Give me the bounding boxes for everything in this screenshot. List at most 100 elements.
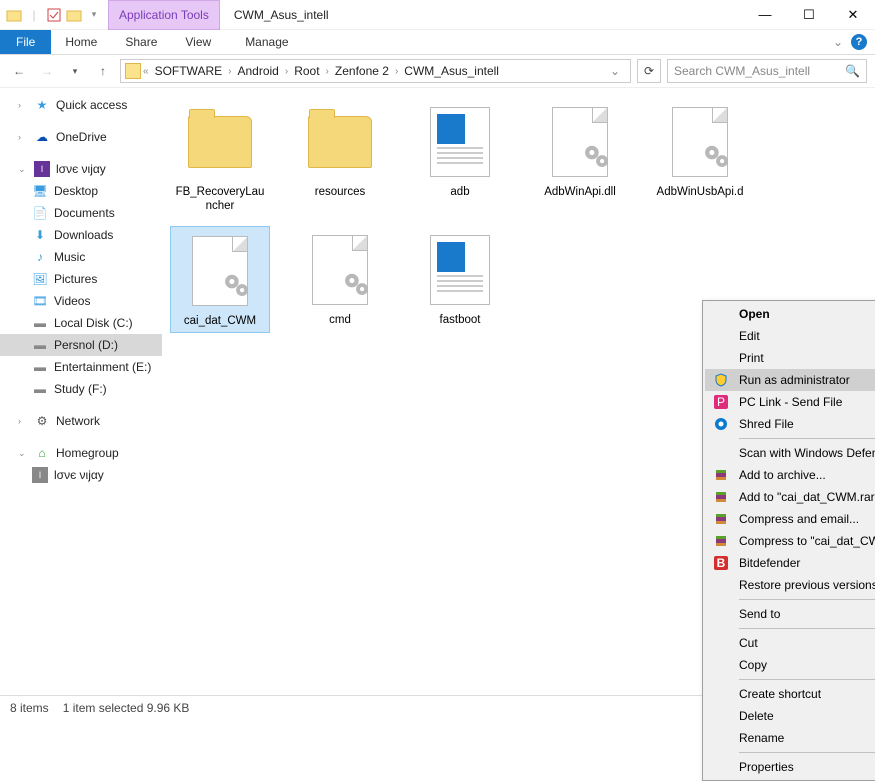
ctx-compress-email[interactable]: Compress and email... <box>705 508 875 530</box>
ctx-defender[interactable]: Scan with Windows Defender... <box>705 442 875 464</box>
file-item[interactable]: resources <box>290 98 390 218</box>
shred-icon <box>713 416 729 432</box>
view-tab[interactable]: View <box>171 30 225 54</box>
breadcrumb[interactable]: « SOFTWARE › Android › Root › Zenfone 2 … <box>120 59 631 83</box>
file-name: FB_RecoveryLauncher <box>174 186 266 214</box>
ctx-send-to[interactable]: Send to▶ <box>705 603 875 625</box>
ctx-open[interactable]: Open <box>705 303 875 325</box>
contextual-tab-label[interactable]: Application Tools <box>108 0 220 30</box>
new-folder-icon[interactable] <box>66 7 82 23</box>
refresh-button[interactable]: ⟳ <box>637 59 661 83</box>
winrar-icon <box>713 511 729 527</box>
file-name: AdbWinApi.dll <box>534 186 626 200</box>
chevron-right-icon[interactable]: › <box>228 66 231 77</box>
sidebar-videos[interactable]: 🎞Videos <box>0 290 162 312</box>
ctx-create-shortcut[interactable]: Create shortcut <box>705 683 875 705</box>
sidebar-user[interactable]: ⌄llσνє νιjαy <box>0 158 162 180</box>
ctx-compress-rar-email[interactable]: Compress to "cai_dat_CWM.rar" and email <box>705 530 875 552</box>
folder-icon <box>6 7 22 23</box>
ctx-copy[interactable]: Copy <box>705 654 875 676</box>
file-item[interactable]: fastboot <box>410 226 510 334</box>
sidebar-desktop[interactable]: 🖥Desktop <box>0 180 162 202</box>
ctx-add-archive[interactable]: Add to archive... <box>705 464 875 486</box>
sidebar-pictures[interactable]: 🖼Pictures <box>0 268 162 290</box>
ctx-delete[interactable]: Delete <box>705 705 875 727</box>
sidebar-hg-user[interactable]: llσνє νιjαy <box>0 464 162 486</box>
sidebar-local-disk-c[interactable]: ▬Local Disk (C:) <box>0 312 162 334</box>
sidebar-downloads[interactable]: ⬇Downloads <box>0 224 162 246</box>
file-item[interactable]: adb <box>410 98 510 218</box>
file-item[interactable]: AdbWinUsbApi.d <box>650 98 750 218</box>
qat-dropdown-icon[interactable]: ▾ <box>86 7 102 23</box>
breadcrumb-segment[interactable]: SOFTWARE <box>151 64 227 78</box>
user-avatar-icon: l <box>34 161 50 177</box>
close-button[interactable]: ✕ <box>831 0 875 30</box>
ctx-pclink[interactable]: PPC Link - Send File <box>705 391 875 413</box>
winrar-icon <box>713 489 729 505</box>
sidebar-documents[interactable]: 📄Documents <box>0 202 162 224</box>
chevron-right-icon[interactable]: « <box>143 66 149 77</box>
ctx-properties[interactable]: Properties <box>705 756 875 778</box>
pictures-icon: 🖼 <box>32 271 48 287</box>
file-item[interactable]: AdbWinApi.dll <box>530 98 630 218</box>
chevron-right-icon[interactable]: › <box>326 66 329 77</box>
sidebar-study-f[interactable]: ▬Study (F:) <box>0 378 162 400</box>
search-input[interactable]: Search CWM_Asus_intell 🔍 <box>667 59 867 83</box>
breadcrumb-segment[interactable]: Zenfone 2 <box>331 64 393 78</box>
sidebar-persnol-d[interactable]: ▬Persnol (D:) <box>0 334 162 356</box>
search-icon[interactable]: 🔍 <box>845 64 860 78</box>
file-tab[interactable]: File <box>0 30 51 54</box>
file-list[interactable]: FB_RecoveryLauncher resources adb AdbWinApi… <box>162 88 875 693</box>
file-name: resources <box>294 186 386 200</box>
manage-tab[interactable]: Manage <box>231 30 302 54</box>
sidebar-onedrive[interactable]: ›☁OneDrive <box>0 126 162 148</box>
sidebar-homegroup[interactable]: ⌄⌂Homegroup <box>0 442 162 464</box>
file-name: cmd <box>294 314 386 328</box>
cloud-icon: ☁ <box>34 129 50 145</box>
chevron-right-icon: › <box>18 132 28 142</box>
ctx-rename[interactable]: Rename <box>705 727 875 749</box>
help-icon[interactable]: ? <box>851 34 867 50</box>
up-button[interactable]: ↑ <box>92 60 114 82</box>
sidebar-music[interactable]: ♪Music <box>0 246 162 268</box>
sidebar-entertainment-e[interactable]: ▬Entertainment (E:) <box>0 356 162 378</box>
homegroup-icon: ⌂ <box>34 445 50 461</box>
ribbon-expand-icon[interactable]: ⌄ <box>833 35 843 49</box>
sidebar-quick-access[interactable]: ›★Quick access <box>0 94 162 116</box>
ctx-restore[interactable]: Restore previous versions <box>705 574 875 596</box>
back-button[interactable]: ← <box>8 60 30 82</box>
file-item[interactable]: FB_RecoveryLauncher <box>170 98 270 218</box>
file-item[interactable]: cmd <box>290 226 390 334</box>
ctx-run-as-admin[interactable]: Run as administrator <box>705 369 875 391</box>
home-tab[interactable]: Home <box>51 30 111 54</box>
file-item[interactable]: cai_dat_CWM <box>170 226 270 334</box>
shield-icon <box>713 372 729 388</box>
window-title: CWM_Asus_intell <box>220 8 343 22</box>
videos-icon: 🎞 <box>32 293 48 309</box>
ctx-shred[interactable]: Shred File <box>705 413 875 435</box>
minimize-button[interactable]: — <box>743 0 787 30</box>
folder-icon <box>188 116 252 168</box>
forward-button[interactable]: → <box>36 60 58 82</box>
ctx-add-rar[interactable]: Add to "cai_dat_CWM.rar" <box>705 486 875 508</box>
breadcrumb-segment[interactable]: CWM_Asus_intell <box>400 64 503 78</box>
breadcrumb-segment[interactable]: Android <box>233 64 282 78</box>
chevron-right-icon[interactable]: › <box>285 66 288 77</box>
properties-icon[interactable] <box>46 7 62 23</box>
ctx-bitdefender[interactable]: BBitdefender▶ <box>705 552 875 574</box>
main-area: ›★Quick access ›☁OneDrive ⌄llσνє νιjαy 🖥… <box>0 88 875 693</box>
ctx-print[interactable]: Print <box>705 347 875 369</box>
sidebar-network[interactable]: ›⚙Network <box>0 410 162 432</box>
ctx-cut[interactable]: Cut <box>705 632 875 654</box>
file-name: fastboot <box>414 314 506 328</box>
recent-dropdown-icon[interactable]: ▾ <box>64 60 86 82</box>
ctx-edit[interactable]: Edit <box>705 325 875 347</box>
desktop-icon: 🖥 <box>32 183 48 199</box>
chevron-right-icon[interactable]: › <box>395 66 398 77</box>
share-tab[interactable]: Share <box>111 30 171 54</box>
svg-text:P: P <box>717 395 725 409</box>
breadcrumb-segment[interactable]: Root <box>290 64 323 78</box>
breadcrumb-dropdown-icon[interactable]: ⌄ <box>604 64 626 78</box>
maximize-button[interactable]: ☐ <box>787 0 831 30</box>
documents-icon: 📄 <box>32 205 48 221</box>
